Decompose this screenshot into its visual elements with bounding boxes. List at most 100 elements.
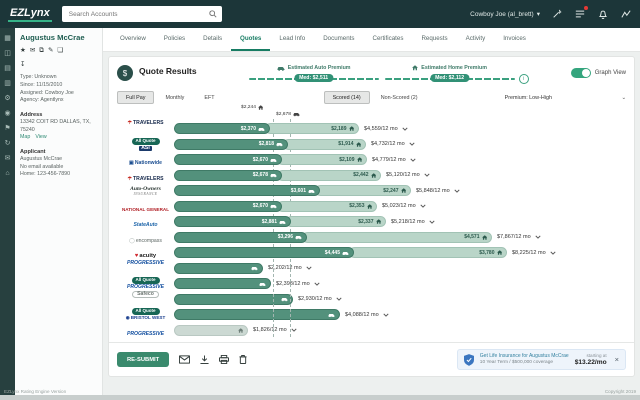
- home-premium-segment[interactable]: $2,353: [277, 201, 377, 212]
- favorite-star-icon[interactable]: ★: [20, 46, 26, 55]
- rail-history-icon[interactable]: ↻: [5, 140, 11, 147]
- auto-premium-segment[interactable]: $4,445: [174, 247, 354, 258]
- auto-premium-segment[interactable]: $2,678: [174, 170, 282, 181]
- pay-option-full-pay[interactable]: Full Pay: [117, 91, 154, 104]
- rail-apps-grid-icon[interactable]: ▦: [4, 35, 11, 42]
- tab-invoices[interactable]: Invoices: [494, 28, 535, 51]
- print-quotes-icon[interactable]: [219, 355, 229, 364]
- analytics-icon[interactable]: [620, 8, 632, 20]
- score-option-scored-14-[interactable]: Scored (14): [324, 91, 370, 104]
- quote-bar: $2,670$2,353$5,023/12 mo: [174, 201, 626, 212]
- home-icon: [412, 65, 418, 71]
- quote-total: $5,120/12 mo: [386, 172, 420, 178]
- filter-row: Full PayMonthlyEFT Scored (14)Non-Scored…: [109, 86, 634, 106]
- auto-premium-segment[interactable]: $2,881: [174, 216, 291, 227]
- tab-activity[interactable]: Activity: [457, 28, 495, 51]
- quote-total: $4,559/12 mo: [364, 126, 398, 132]
- rail-home-icon[interactable]: ⌂: [5, 170, 9, 177]
- ezlynx-logo[interactable]: EZLynx: [8, 6, 52, 21]
- note-icon[interactable]: ✎: [48, 46, 53, 55]
- magic-wand-icon[interactable]: [551, 8, 563, 20]
- auto-premium-segment[interactable]: $2,670: [174, 201, 282, 212]
- action-bar: RE-SUBMIT Get Life Insurance for Augustu…: [109, 342, 634, 376]
- auto-premium-segment[interactable]: $3,601: [174, 185, 320, 196]
- tab-quotes[interactable]: Quotes: [231, 28, 270, 51]
- tab-overview[interactable]: Overview: [111, 28, 155, 51]
- auto-premium-segment[interactable]: [174, 278, 271, 289]
- expand-quote-chevron[interactable]: [383, 313, 389, 317]
- expand-quote-chevron[interactable]: [336, 297, 342, 301]
- tab-documents[interactable]: Documents: [314, 28, 363, 51]
- email-quotes-icon[interactable]: [179, 355, 190, 364]
- expand-quote-chevron[interactable]: [550, 251, 556, 255]
- search-input[interactable]: [67, 10, 209, 19]
- rail-calendar-icon[interactable]: ▤: [4, 65, 11, 72]
- expand-quote-chevron[interactable]: [454, 189, 460, 193]
- pay-option-eft[interactable]: EFT: [195, 91, 223, 104]
- home-premium-segment[interactable]: $2,189: [265, 123, 359, 134]
- expand-quote-chevron[interactable]: [402, 127, 408, 131]
- median-line-auto: [290, 119, 291, 337]
- expand-quote-chevron[interactable]: [410, 158, 416, 162]
- auto-premium-segment[interactable]: [174, 309, 340, 320]
- expand-quote-chevron[interactable]: [420, 204, 426, 208]
- expand-quote-chevron[interactable]: [429, 220, 435, 224]
- quote-bar: $3,296$4,571 $7,867/12 mo: [174, 232, 626, 243]
- auto-premium-segment[interactable]: [174, 294, 293, 305]
- score-option-non-scored-2-[interactable]: Non-Scored (2): [372, 91, 427, 104]
- rail-records-icon[interactable]: ◉: [4, 110, 10, 117]
- address-link-map[interactable]: Map: [20, 134, 30, 140]
- download-quotes-icon[interactable]: [200, 355, 209, 364]
- quote-total: $7,867/12 mo: [497, 234, 531, 240]
- expand-quote-chevron[interactable]: [409, 142, 415, 146]
- link-icon[interactable]: ⧉: [39, 46, 44, 55]
- home-premium-segment[interactable]: [174, 325, 248, 336]
- auto-premium-segment[interactable]: [174, 263, 263, 274]
- rail-flag-icon[interactable]: ⚑: [4, 125, 10, 132]
- home-premium-segment[interactable]: $2,337: [286, 216, 386, 227]
- notifications-bell-icon[interactable]: [597, 8, 609, 20]
- resubmit-button[interactable]: RE-SUBMIT: [117, 352, 169, 367]
- expand-quote-chevron[interactable]: [291, 328, 297, 332]
- user-menu[interactable]: Cowboy Joe (al_brett)▾: [470, 10, 540, 18]
- expand-quote-chevron[interactable]: [535, 235, 541, 239]
- home-premium-segment[interactable]: $3,780: [349, 247, 507, 258]
- rail-contact-card-icon[interactable]: ◫: [4, 50, 11, 57]
- home-premium-segment[interactable]: $2,442: [277, 170, 381, 181]
- email-icon[interactable]: ✉: [30, 46, 35, 55]
- delete-quotes-icon[interactable]: [239, 355, 247, 364]
- sort-dropdown[interactable]: Premium: Low-High ⌄: [431, 95, 626, 101]
- pay-option-monthly[interactable]: Monthly: [156, 91, 193, 104]
- auto-premium-segment[interactable]: $2,818: [174, 139, 288, 150]
- address-link-view[interactable]: View: [35, 134, 46, 140]
- tab-details[interactable]: Details: [194, 28, 231, 51]
- quote-total: $4,732/12 mo: [371, 141, 405, 147]
- auto-premium-label: Estimated Auto Premium: [288, 65, 351, 71]
- rail-mail-icon[interactable]: ✉: [5, 155, 11, 162]
- home-premium-segment[interactable]: $1,914: [283, 139, 366, 150]
- home-premium-segment[interactable]: $2,109: [277, 154, 367, 165]
- tab-lead-info[interactable]: Lead Info: [270, 28, 314, 51]
- auto-premium-segment[interactable]: $2,370: [174, 123, 270, 134]
- home-premium-segment[interactable]: $4,571: [302, 232, 492, 243]
- tab-certificates[interactable]: Certificates: [363, 28, 412, 51]
- graph-view-toggle[interactable]: [571, 68, 591, 78]
- rail-settings-gear-icon[interactable]: ⚙: [4, 95, 10, 102]
- tasks-icon[interactable]: [574, 8, 586, 20]
- expand-quote-chevron[interactable]: [306, 266, 312, 270]
- close-icon[interactable]: ×: [615, 355, 619, 364]
- auto-premium-segment[interactable]: $3,296: [174, 232, 307, 243]
- quote-bar: $3,601$2,247$5,848/12 mo: [174, 185, 626, 196]
- tab-requests[interactable]: Requests: [412, 28, 456, 51]
- download-icon[interactable]: ↧: [20, 60, 25, 69]
- quote-bar: $2,678$2,442 $5,120/12 mo: [174, 170, 626, 181]
- tab-policies[interactable]: Policies: [155, 28, 194, 51]
- expand-quote-chevron[interactable]: [424, 173, 430, 177]
- auto-premium-segment[interactable]: $2,670: [174, 154, 282, 165]
- page-footer: EZLynx Rating Engine Version Copyright 2…: [4, 389, 636, 394]
- rail-reports-icon[interactable]: ▥: [4, 80, 11, 87]
- card-icon[interactable]: ❏: [57, 46, 63, 55]
- home-premium-segment[interactable]: $2,247: [315, 185, 411, 196]
- expand-quote-chevron[interactable]: [314, 282, 320, 286]
- info-icon[interactable]: i: [519, 74, 529, 84]
